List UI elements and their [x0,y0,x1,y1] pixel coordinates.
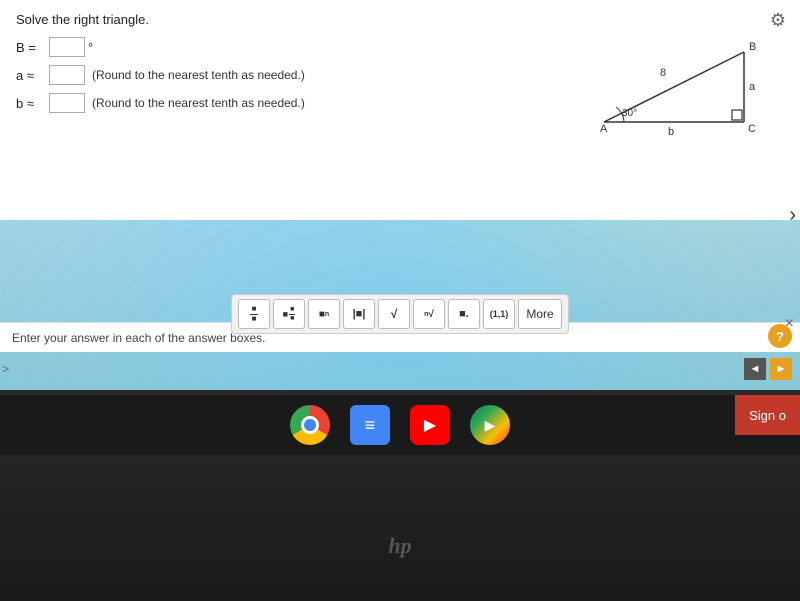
absolute-value-button[interactable]: |■| [343,299,375,329]
triangle-diagram: A C B 8 a b 30° [564,32,784,142]
b-side-label: b ≈ [16,96,46,111]
b-label: B = [16,40,46,55]
square-root-button[interactable]: √ [378,299,410,329]
taskbar: ≡ ▶ ▶ [0,395,800,455]
taskbar-youtube-icon[interactable]: ▶ [410,405,450,445]
expand-left-button[interactable]: > [2,362,9,376]
a-note: (Round to the nearest tenth as needed.) [92,68,305,82]
decimal-button[interactable]: ■. [448,299,480,329]
svg-text:A: A [600,123,608,135]
status-text: Enter your answer in each of the answer … [12,331,265,345]
more-button[interactable]: More [518,299,562,329]
a-input[interactable] [49,65,85,85]
mixed-number-button[interactable]: ■ ■ ■ [273,299,305,329]
svg-text:8: 8 [660,67,666,79]
svg-text:C: C [748,123,756,135]
svg-text:b: b [668,126,674,138]
problem-inputs: B = ° a ≈ (Round to the nearest tenth as… [16,37,544,121]
prev-button[interactable]: ◄ [744,358,766,380]
content-panel: ⚙ Solve the right triangle. B = ° a ≈ (R… [0,0,800,220]
screen: ⚙ Solve the right triangle. B = ° a ≈ (R… [0,0,800,390]
svg-text:a: a [749,81,756,93]
svg-text:B: B [749,41,756,53]
svg-text:30°: 30° [622,108,637,119]
b-input[interactable] [49,37,85,57]
scroll-right-indicator[interactable]: › [785,200,800,231]
ordered-pair-button[interactable]: (1,1) [483,299,515,329]
nth-root-button[interactable]: n√ [413,299,445,329]
gear-button[interactable]: ⚙ [764,6,792,34]
taskbar-files-icon[interactable]: ≡ [350,405,390,445]
nav-arrows: ◄ ► [744,358,792,380]
next-button[interactable]: ► [770,358,792,380]
degree-symbol: ° [88,40,93,55]
math-toolbar: ■ ■ ■ ■ ■ ■n |■| √ n√ ■. (1,1) [231,294,569,334]
problem-area: B = ° a ≈ (Round to the nearest tenth as… [16,37,784,142]
superscript-button[interactable]: ■n [308,299,340,329]
a-label: a ≈ [16,68,46,83]
a-side-row: a ≈ (Round to the nearest tenth as neede… [16,65,544,85]
problem-title: Solve the right triangle. [16,12,784,27]
hp-logo-area: hp [370,531,430,561]
sign-out-button[interactable]: Sign o [735,395,800,435]
b-note: (Round to the nearest tenth as needed.) [92,96,305,110]
hp-logo: hp [370,531,430,561]
b-side-input[interactable] [49,93,85,113]
taskbar-playstore-icon[interactable]: ▶ [470,405,510,445]
taskbar-chrome-icon[interactable] [290,405,330,445]
b-side-row: b ≈ (Round to the nearest tenth as neede… [16,93,544,113]
help-button[interactable]: ? [768,324,792,348]
fraction-button[interactable]: ■ ■ [238,299,270,329]
b-angle-row: B = ° [16,37,544,57]
